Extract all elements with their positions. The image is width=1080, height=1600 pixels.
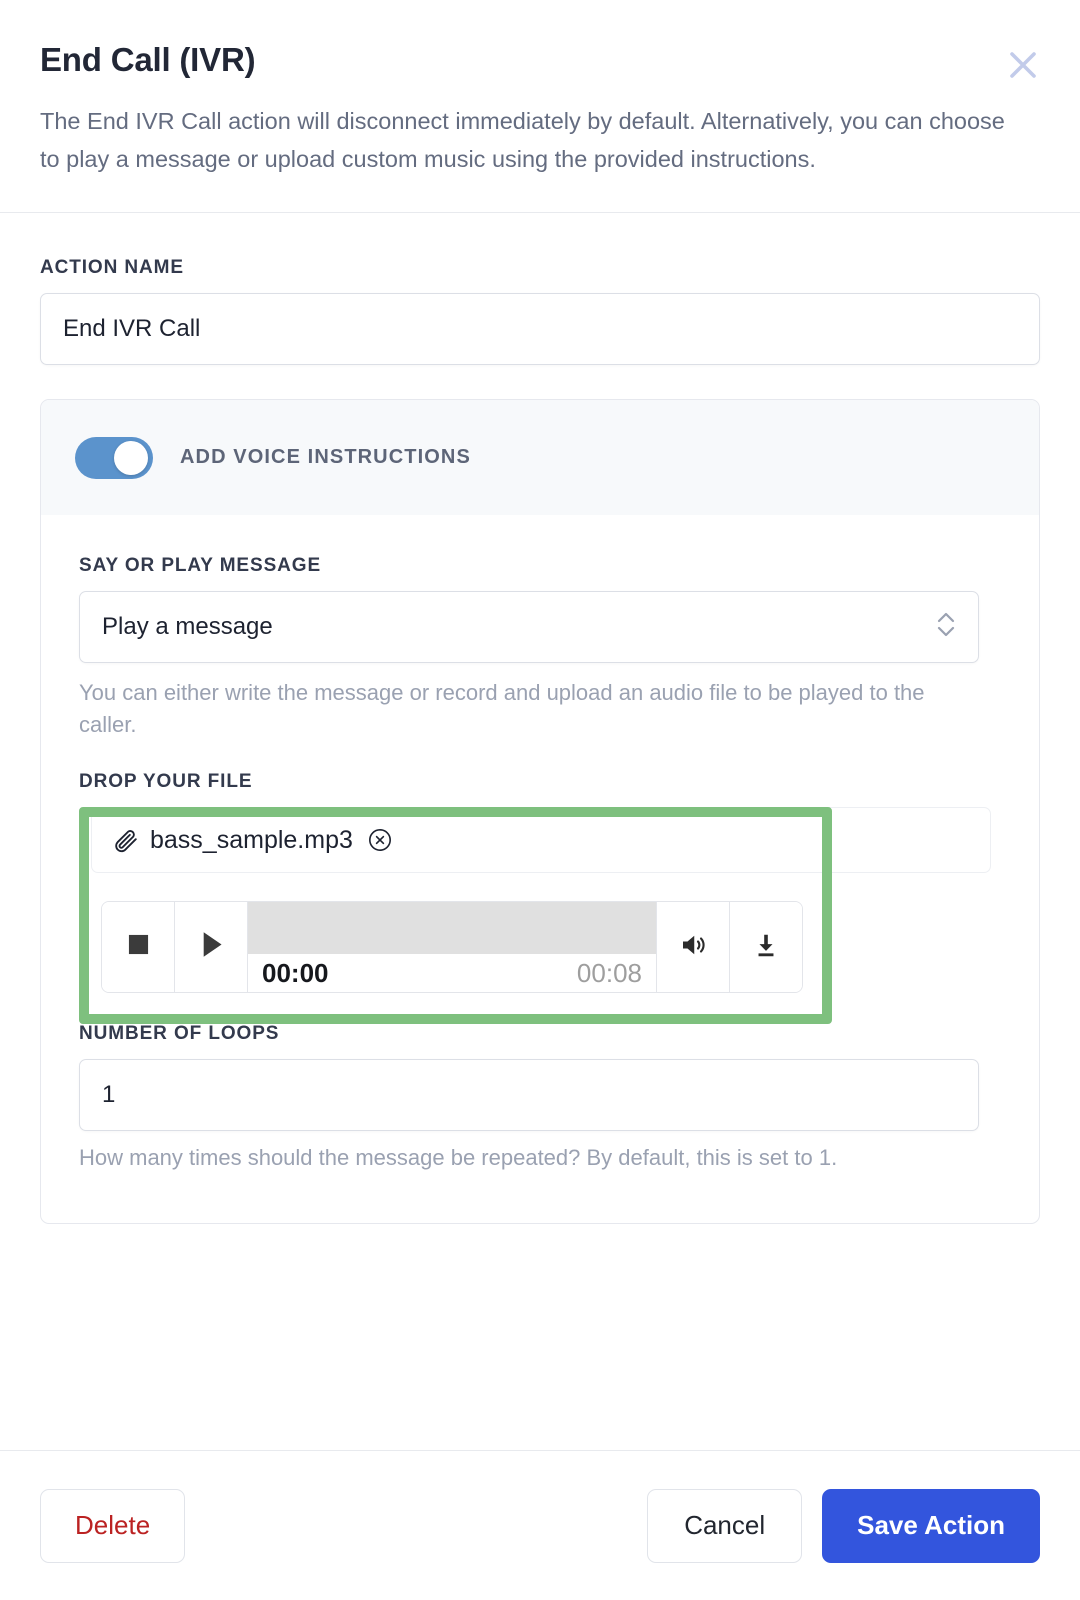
uploaded-file-chip: bass_sample.mp3 bbox=[91, 807, 991, 874]
delete-button[interactable]: Delete bbox=[40, 1488, 186, 1563]
say-or-play-message-field: Play a message bbox=[79, 591, 979, 664]
volume-button[interactable] bbox=[657, 902, 730, 993]
current-time: 00:00 bbox=[262, 957, 329, 988]
cancel-button[interactable]: Cancel bbox=[647, 1488, 803, 1563]
play-button[interactable] bbox=[175, 902, 248, 993]
play-icon bbox=[198, 930, 225, 964]
remove-file-icon[interactable] bbox=[367, 827, 393, 853]
uploaded-file-name: bass_sample.mp3 bbox=[150, 825, 353, 854]
voice-instructions-card: ADD VOICE INSTRUCTIONS SAY OR PLAY MESSA… bbox=[40, 399, 1040, 1225]
modal-header: End Call (IVR) The End IVR Call action w… bbox=[0, 0, 1080, 214]
say-or-play-message-select[interactable]: Play a message bbox=[79, 591, 979, 664]
modal-description: The End IVR Call action will disconnect … bbox=[40, 108, 1005, 173]
action-name-label: ACTION NAME bbox=[40, 257, 184, 279]
say-or-play-message-label: SAY OR PLAY MESSAGE bbox=[79, 555, 322, 577]
page-title: End Call (IVR) bbox=[40, 41, 256, 78]
voice-instructions-header: ADD VOICE INSTRUCTIONS bbox=[41, 400, 1039, 516]
file-drop-region: bass_sample.mp3 00:00 00:08 bbox=[79, 807, 1001, 1025]
paperclip-icon bbox=[112, 826, 140, 854]
save-action-button[interactable]: Save Action bbox=[822, 1488, 1040, 1563]
end-call-ivr-modal: End Call (IVR) The End IVR Call action w… bbox=[0, 0, 1080, 1600]
close-icon[interactable] bbox=[1002, 44, 1044, 86]
number-of-loops-input[interactable]: 1 bbox=[79, 1059, 979, 1132]
number-of-loops-label: NUMBER OF LOOPS bbox=[79, 1023, 280, 1045]
modal-footer: Delete Cancel Save Action bbox=[0, 1450, 1080, 1600]
audio-player: 00:00 00:08 bbox=[101, 901, 803, 994]
toggle-knob bbox=[114, 440, 148, 475]
volume-icon bbox=[678, 930, 708, 965]
modal-body: ACTION NAME End IVR Call ADD VOICE INSTR… bbox=[0, 213, 1080, 1450]
stop-button[interactable] bbox=[102, 902, 175, 993]
download-icon bbox=[752, 931, 780, 964]
download-button[interactable] bbox=[730, 902, 802, 993]
seek-bar[interactable]: 00:00 00:08 bbox=[248, 902, 657, 993]
action-name-input[interactable]: End IVR Call bbox=[40, 293, 1040, 366]
stop-icon bbox=[125, 931, 152, 963]
duration-time: 00:08 bbox=[576, 957, 642, 988]
seek-track bbox=[248, 902, 656, 955]
number-of-loops-field: NUMBER OF LOOPS 1 How many times should … bbox=[79, 1023, 1001, 1171]
voice-instructions-body: SAY OR PLAY MESSAGE Play a message You c… bbox=[41, 515, 1039, 1171]
action-name-field: ACTION NAME End IVR Call bbox=[40, 257, 1040, 366]
say-or-play-message-helper: You can either write the message or reco… bbox=[79, 680, 925, 738]
number-of-loops-helper: How many times should the message be rep… bbox=[79, 1145, 838, 1171]
add-voice-instructions-toggle[interactable] bbox=[75, 436, 153, 479]
time-display: 00:00 00:08 bbox=[248, 954, 656, 992]
drop-your-file-label: DROP YOUR FILE bbox=[79, 771, 253, 793]
add-voice-instructions-label: ADD VOICE INSTRUCTIONS bbox=[180, 446, 471, 469]
